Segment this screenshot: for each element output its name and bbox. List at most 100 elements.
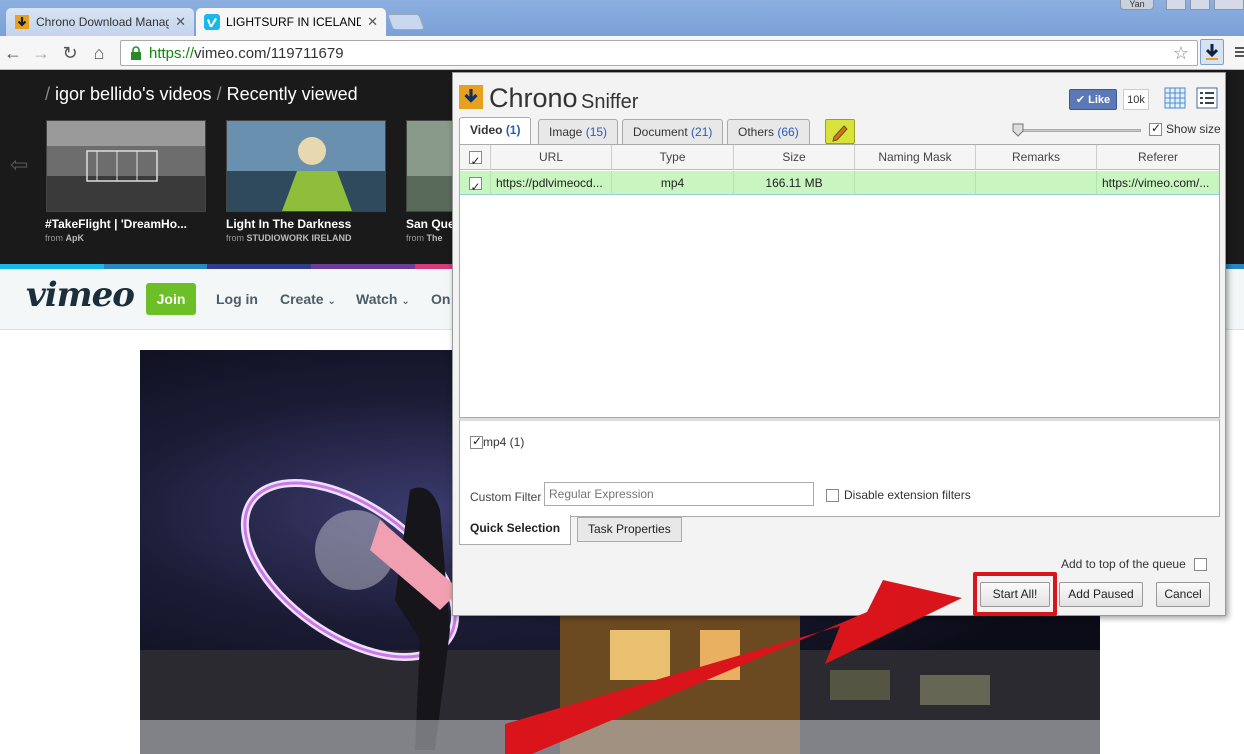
url-host: vimeo.com/119711679 [194, 44, 344, 62]
column-header-remarks[interactable]: Remarks [976, 145, 1097, 170]
watch-menu[interactable]: Watch ⌄ [356, 291, 410, 307]
on-demand-link[interactable]: On [431, 291, 450, 307]
cell-size: 166.11 MB [734, 171, 855, 195]
browser-toolbar: ← → ↻ ⌂ https:// vimeo.com/119711679 ☆ [0, 36, 1244, 70]
address-bar[interactable]: https:// vimeo.com/119711679 ☆ [120, 40, 1198, 66]
row-select-cell[interactable] [460, 171, 491, 195]
author-link[interactable]: STUDIOWORK IRELAND [247, 233, 352, 243]
tab-document[interactable]: Document (21) [622, 119, 724, 144]
user-badge[interactable]: Yan [1120, 0, 1154, 10]
select-all-checkbox[interactable] [468, 149, 482, 174]
chrono-subtitle: Sniffer [581, 91, 639, 113]
thumbnail-title[interactable]: Light In The Darkness [226, 217, 376, 231]
browser-tab-chrono[interactable]: Chrono Download Manag ✕ [6, 8, 194, 36]
chrono-title: Chrono [489, 83, 578, 113]
show-size-checkbox[interactable] [1149, 121, 1162, 136]
join-button[interactable]: Join [146, 283, 196, 315]
tab-title: Chrono Download Manag [36, 15, 170, 29]
add-to-top-label: Add to top of the queue [1061, 557, 1186, 571]
cell-url: https://pdlvimeocd... [491, 171, 612, 195]
chrono-extension-button[interactable] [1200, 39, 1224, 65]
author-link[interactable]: ApK [66, 233, 85, 243]
breadcrumb-owner[interactable]: igor bellido's videos [55, 84, 212, 104]
list-view-icon[interactable] [1196, 87, 1218, 109]
column-header-naming-mask[interactable]: Naming Mask [855, 145, 976, 170]
download-grid: URL Type Size Naming Mask Remarks Refere… [459, 144, 1220, 418]
column-header-size[interactable]: Size [734, 145, 855, 170]
like-count: 10k [1123, 89, 1149, 110]
disable-ext-option[interactable]: Disable extension filters [826, 488, 971, 502]
check-icon: ✔ [1075, 94, 1086, 106]
create-menu[interactable]: Create ⌄ [280, 291, 336, 307]
tab-task-properties[interactable]: Task Properties [577, 517, 682, 542]
column-header-type[interactable]: Type [612, 145, 734, 170]
video-thumbnail[interactable] [406, 120, 454, 212]
ext-filter-mp4[interactable]: mp4 (1) [470, 434, 525, 449]
size-slider-track[interactable] [1017, 129, 1141, 132]
video-thumbnail[interactable] [46, 120, 206, 212]
start-all-highlight [973, 572, 1057, 616]
column-header-url[interactable]: URL [491, 145, 612, 170]
filter-panel: mp4 (1) Custom Filter Disable extension … [459, 418, 1220, 517]
facebook-like-button[interactable]: ✔ Like [1069, 89, 1117, 110]
tab-image[interactable]: Image (15) [538, 119, 619, 144]
new-tab-button[interactable] [387, 14, 425, 30]
browser-tab-vimeo[interactable]: LIGHTSURF IN ICELAND o ✕ [196, 8, 386, 36]
thumbnail-image [47, 121, 205, 211]
carousel-left-arrow-icon[interactable]: ⇦ [10, 152, 28, 178]
show-size-label: Show size [1166, 122, 1221, 136]
forward-arrow-icon[interactable]: → [30, 42, 52, 64]
cell-remarks[interactable] [976, 171, 1097, 195]
add-paused-button[interactable]: Add Paused [1059, 582, 1143, 607]
back-arrow-icon[interactable]: ← [2, 42, 24, 64]
chrono-download-icon [1205, 44, 1219, 60]
home-icon[interactable]: ⌂ [88, 42, 110, 64]
bookmark-star-icon[interactable]: ☆ [1173, 43, 1189, 64]
maximize-button[interactable] [1190, 0, 1210, 10]
add-to-top-checkbox[interactable] [1193, 557, 1207, 571]
select-all-cell[interactable] [460, 145, 491, 174]
ext-filter-checkbox[interactable] [470, 434, 483, 449]
thumbnail-author: from ApK [45, 233, 85, 243]
chrono-logo-icon [459, 85, 483, 109]
ext-filter-label: mp4 (1) [483, 435, 525, 449]
chrono-favicon-icon [15, 15, 29, 29]
add-to-top-option[interactable]: Add to top of the queue [1061, 557, 1207, 571]
cancel-button[interactable]: Cancel [1156, 582, 1210, 607]
chrono-sniffer-popup: Chrono Sniffer ✔ Like 10k Show size Vide… [452, 72, 1226, 616]
close-window-button[interactable] [1214, 0, 1244, 10]
thumbnail-image [227, 121, 385, 211]
disable-ext-checkbox[interactable] [826, 488, 839, 502]
show-size-option[interactable]: Show size [1149, 121, 1221, 136]
author-link[interactable]: The [427, 233, 443, 243]
thumbnail-title[interactable]: #TakeFlight | 'DreamHo... [45, 217, 195, 231]
video-thumbnail[interactable] [226, 120, 386, 212]
thumbnail-title[interactable]: San Que [406, 217, 454, 231]
browser-menu-icon[interactable] [1234, 44, 1244, 60]
tab-video[interactable]: Video (1) [459, 117, 532, 144]
grid-view-icon[interactable] [1164, 87, 1186, 109]
tab-quick-selection[interactable]: Quick Selection [459, 515, 572, 545]
tab-close-icon[interactable]: ✕ [175, 14, 186, 30]
custom-filter-label: Custom Filter [470, 490, 542, 504]
thumbnail-author: from STUDIOWORK IRELAND [226, 233, 352, 243]
minimize-button[interactable] [1166, 0, 1186, 10]
edit-button[interactable] [825, 119, 855, 144]
cell-naming-mask[interactable] [855, 171, 976, 195]
breadcrumb-section[interactable]: Recently viewed [227, 84, 358, 104]
tab-others[interactable]: Others (66) [727, 119, 810, 144]
grid-header: URL Type Size Naming Mask Remarks Refere… [460, 145, 1219, 174]
size-slider-handle[interactable] [1012, 123, 1024, 137]
tab-close-icon[interactable]: ✕ [367, 14, 378, 30]
row-checkbox[interactable] [468, 175, 482, 195]
table-row[interactable]: https://pdlvimeocd... mp4 166.11 MB http… [460, 171, 1219, 195]
login-link[interactable]: Log in [216, 291, 258, 307]
vimeo-logo[interactable]: vimeo [26, 275, 135, 315]
thumbnail-author: from The [406, 233, 443, 243]
column-header-referer[interactable]: Referer [1097, 145, 1219, 170]
lock-icon [131, 46, 141, 60]
chevron-down-icon: ⌄ [401, 296, 410, 307]
reload-icon[interactable]: ↻ [59, 42, 81, 64]
thumbnail-image [407, 121, 453, 211]
custom-filter-input[interactable] [544, 482, 814, 506]
